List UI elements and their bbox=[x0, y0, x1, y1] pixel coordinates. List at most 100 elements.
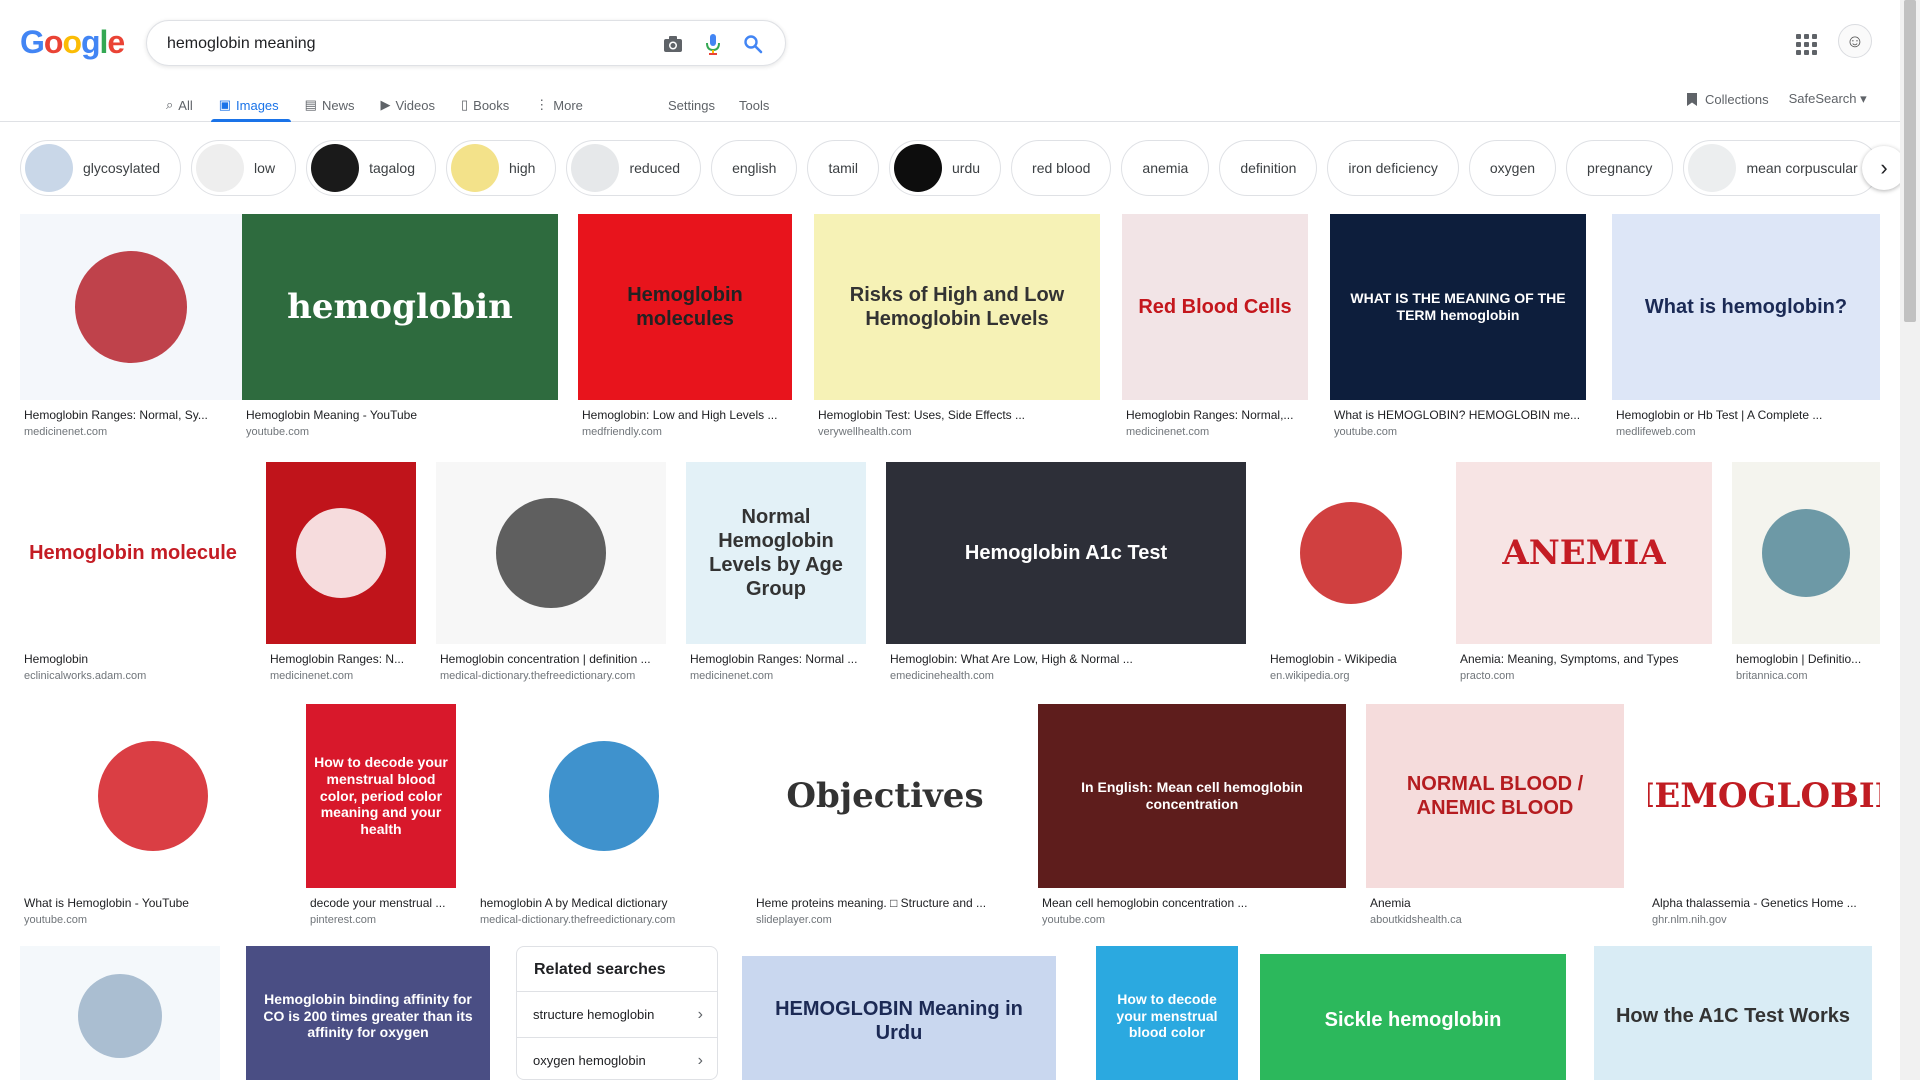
image-result[interactable]: Hemoglobin Ranges: Normal, Sy... medicine… bbox=[20, 214, 242, 444]
related-search-item[interactable]: structure hemoglobin › bbox=[517, 991, 717, 1037]
result-source[interactable]: medicinenet.com bbox=[1126, 426, 1308, 438]
result-source[interactable]: medical-dictionary.thefreedictionary.com bbox=[480, 914, 732, 926]
result-caption[interactable]: Hemoglobin - Wikipedia bbox=[1270, 652, 1436, 666]
result-thumbnail[interactable] bbox=[476, 704, 732, 888]
result-thumbnail[interactable] bbox=[20, 704, 286, 888]
chip-pregnancy[interactable]: pregnancy bbox=[1566, 140, 1674, 196]
result-source[interactable]: en.wikipedia.org bbox=[1270, 670, 1436, 682]
result-source[interactable]: youtube.com bbox=[246, 426, 558, 438]
result-thumbnail[interactable]: How to decode your menstrual blood color… bbox=[306, 704, 456, 888]
result-source[interactable]: verywellhealth.com bbox=[818, 426, 1100, 438]
image-result[interactable]: Objectives Heme proteins meaning. □ Struc… bbox=[752, 704, 1018, 932]
image-result[interactable]: ANEMIA Anemia: Meaning, Symptoms, and Typ… bbox=[1456, 462, 1712, 688]
image-result[interactable]: Risks of High and Low Hemoglobin Levels H… bbox=[814, 214, 1100, 444]
result-caption[interactable]: Hemoglobin Ranges: Normal ... bbox=[690, 652, 866, 666]
result-caption[interactable]: Anemia: Meaning, Symptoms, and Types bbox=[1460, 652, 1712, 666]
result-source[interactable]: slideplayer.com bbox=[756, 914, 1018, 926]
result-thumbnail[interactable]: How to decode your menstrual blood color bbox=[1096, 946, 1238, 1080]
result-source[interactable]: practo.com bbox=[1460, 670, 1712, 682]
chip-urdu[interactable]: urdu bbox=[889, 140, 1002, 196]
chip-tagalog[interactable]: tagalog bbox=[306, 140, 436, 196]
result-thumbnail[interactable] bbox=[20, 214, 242, 400]
avatar[interactable]: ☺ bbox=[1838, 24, 1872, 58]
chip-low[interactable]: low bbox=[191, 140, 297, 196]
result-thumbnail[interactable]: Hemoglobin A1c Test bbox=[886, 462, 1246, 644]
result-thumbnail[interactable]: Risks of High and Low Hemoglobin Levels bbox=[814, 214, 1100, 400]
settings-link[interactable]: Settings bbox=[668, 98, 715, 113]
microphone-icon[interactable] bbox=[701, 32, 725, 56]
image-result[interactable]: What is Hemoglobin - YouTube youtube.com bbox=[20, 704, 286, 932]
tab-news[interactable]: ▤ News bbox=[305, 88, 355, 122]
chip-red-blood[interactable]: red blood bbox=[1011, 140, 1112, 196]
image-result[interactable]: Hemoglobin Ranges: N... medicinenet.com bbox=[266, 462, 416, 688]
result-caption[interactable]: Hemoglobin concentration | definition ..… bbox=[440, 652, 666, 666]
tab-books[interactable]: ▯ Books bbox=[461, 88, 509, 122]
image-result[interactable]: hemoglobin Hemoglobin Meaning - YouTube yo… bbox=[242, 214, 558, 444]
page-scrollbar[interactable] bbox=[1900, 0, 1920, 1080]
result-source[interactable]: medicinenet.com bbox=[24, 426, 242, 438]
image-result[interactable]: hemoglobin | Definitio... britannica.com bbox=[1732, 462, 1880, 688]
scrollbar-thumb[interactable] bbox=[1904, 0, 1916, 322]
result-caption[interactable]: Hemoglobin: Low and High Levels ... bbox=[582, 408, 792, 422]
tab-videos[interactable]: ▶ Videos bbox=[380, 88, 435, 122]
collections-link[interactable]: Collections bbox=[1686, 92, 1769, 107]
result-thumbnail[interactable]: NORMAL BLOOD / ANEMIC BLOOD bbox=[1366, 704, 1624, 888]
result-thumbnail[interactable]: WHAT IS THE MEANING OF THE TERM hemoglob… bbox=[1330, 214, 1586, 400]
image-result[interactable]: NORMAL BLOOD / ANEMIC BLOOD Anemia aboutki… bbox=[1366, 704, 1624, 932]
result-thumbnail[interactable] bbox=[266, 462, 416, 644]
search-icon[interactable] bbox=[741, 32, 765, 56]
result-source[interactable]: ghr.nlm.nih.gov bbox=[1652, 914, 1880, 926]
result-caption[interactable]: Hemoglobin Test: Uses, Side Effects ... bbox=[818, 408, 1100, 422]
result-source[interactable]: aboutkidshealth.ca bbox=[1370, 914, 1624, 926]
result-source[interactable]: youtube.com bbox=[1334, 426, 1586, 438]
image-result[interactable]: Sickle hemoglobin bbox=[1260, 954, 1566, 1080]
chip-reduced[interactable]: reduced bbox=[566, 140, 702, 196]
image-result[interactable]: HEMOGLOBIN Meaning in Urdu bbox=[742, 956, 1056, 1080]
result-source[interactable]: youtube.com bbox=[24, 914, 286, 926]
tab-all[interactable]: ⌕ All bbox=[166, 88, 193, 122]
result-thumbnail[interactable] bbox=[20, 946, 220, 1080]
image-result[interactable]: WHAT IS THE MEANING OF THE TERM hemoglob… bbox=[1330, 214, 1586, 444]
result-thumbnail[interactable]: Hemoglobin molecules bbox=[578, 214, 792, 400]
result-caption[interactable]: Hemoglobin Meaning - YouTube bbox=[246, 408, 558, 422]
image-result[interactable]: Red Blood Cells Hemoglobin Ranges: Normal… bbox=[1122, 214, 1308, 444]
chip-anemia[interactable]: anemia bbox=[1121, 140, 1210, 196]
result-source[interactable]: medicinenet.com bbox=[690, 670, 866, 682]
result-caption[interactable]: hemoglobin | Definitio... bbox=[1736, 652, 1880, 666]
result-caption[interactable]: decode your menstrual ... bbox=[310, 896, 456, 910]
tools-link[interactable]: Tools bbox=[739, 98, 769, 113]
camera-icon[interactable] bbox=[661, 32, 685, 56]
result-thumbnail[interactable] bbox=[436, 462, 666, 644]
chip-english[interactable]: english bbox=[711, 140, 798, 196]
image-result[interactable]: HEMOGLOBIN Alpha thalassemia - Genetics H… bbox=[1648, 704, 1880, 932]
chip-high[interactable]: high bbox=[446, 140, 557, 196]
image-result[interactable]: Hemoglobin concentration | definition ..… bbox=[436, 462, 666, 688]
result-thumbnail[interactable]: HEMOGLOBIN bbox=[1648, 704, 1880, 888]
result-thumbnail[interactable]: hemoglobin bbox=[242, 214, 558, 400]
safesearch-dropdown[interactable]: SafeSearch ▾ bbox=[1789, 91, 1867, 107]
image-result[interactable]: hemoglobin A by Medical dictionary medica… bbox=[476, 704, 732, 932]
result-thumbnail[interactable]: Sickle hemoglobin bbox=[1260, 954, 1566, 1080]
result-caption[interactable]: What is HEMOGLOBIN? HEMOGLOBIN me... bbox=[1334, 408, 1586, 422]
result-source[interactable]: medfriendly.com bbox=[582, 426, 792, 438]
apps-grid-icon[interactable] bbox=[1794, 32, 1818, 56]
chip-iron-deficiency[interactable]: iron deficiency bbox=[1327, 140, 1459, 196]
chip-mean-corpuscular[interactable]: mean corpuscular bbox=[1683, 140, 1879, 196]
tab-images[interactable]: ▣ Images bbox=[210, 88, 291, 122]
result-source[interactable]: medical-dictionary.thefreedictionary.com bbox=[440, 670, 666, 682]
image-result[interactable]: Hemoglobin molecule Hemoglobin eclinicalwo… bbox=[20, 462, 246, 688]
result-thumbnail[interactable]: How the A1C Test Works bbox=[1594, 946, 1872, 1080]
chip-definition[interactable]: definition bbox=[1219, 140, 1318, 196]
result-caption[interactable]: Alpha thalassemia - Genetics Home ... bbox=[1652, 896, 1880, 910]
search-input[interactable] bbox=[167, 33, 627, 55]
result-thumbnail[interactable]: Hemoglobin molecule bbox=[20, 462, 246, 644]
result-caption[interactable]: Mean cell hemoglobin concentration ... bbox=[1042, 896, 1346, 910]
result-caption[interactable]: Heme proteins meaning. □ Structure and .… bbox=[756, 896, 1018, 910]
image-result[interactable]: Hemoglobin A1c Test Hemoglobin: What Are … bbox=[886, 462, 1246, 688]
result-thumbnail[interactable]: Hemoglobin binding affinity for CO is 20… bbox=[246, 946, 490, 1080]
result-thumbnail[interactable]: Objectives bbox=[752, 704, 1018, 888]
result-thumbnail[interactable] bbox=[1732, 462, 1880, 644]
chip-glycosylated[interactable]: glycosylated bbox=[20, 140, 182, 196]
image-result[interactable]: How to decode your menstrual blood color bbox=[1096, 946, 1238, 1080]
tab-more[interactable]: ⋮ More bbox=[535, 88, 583, 122]
